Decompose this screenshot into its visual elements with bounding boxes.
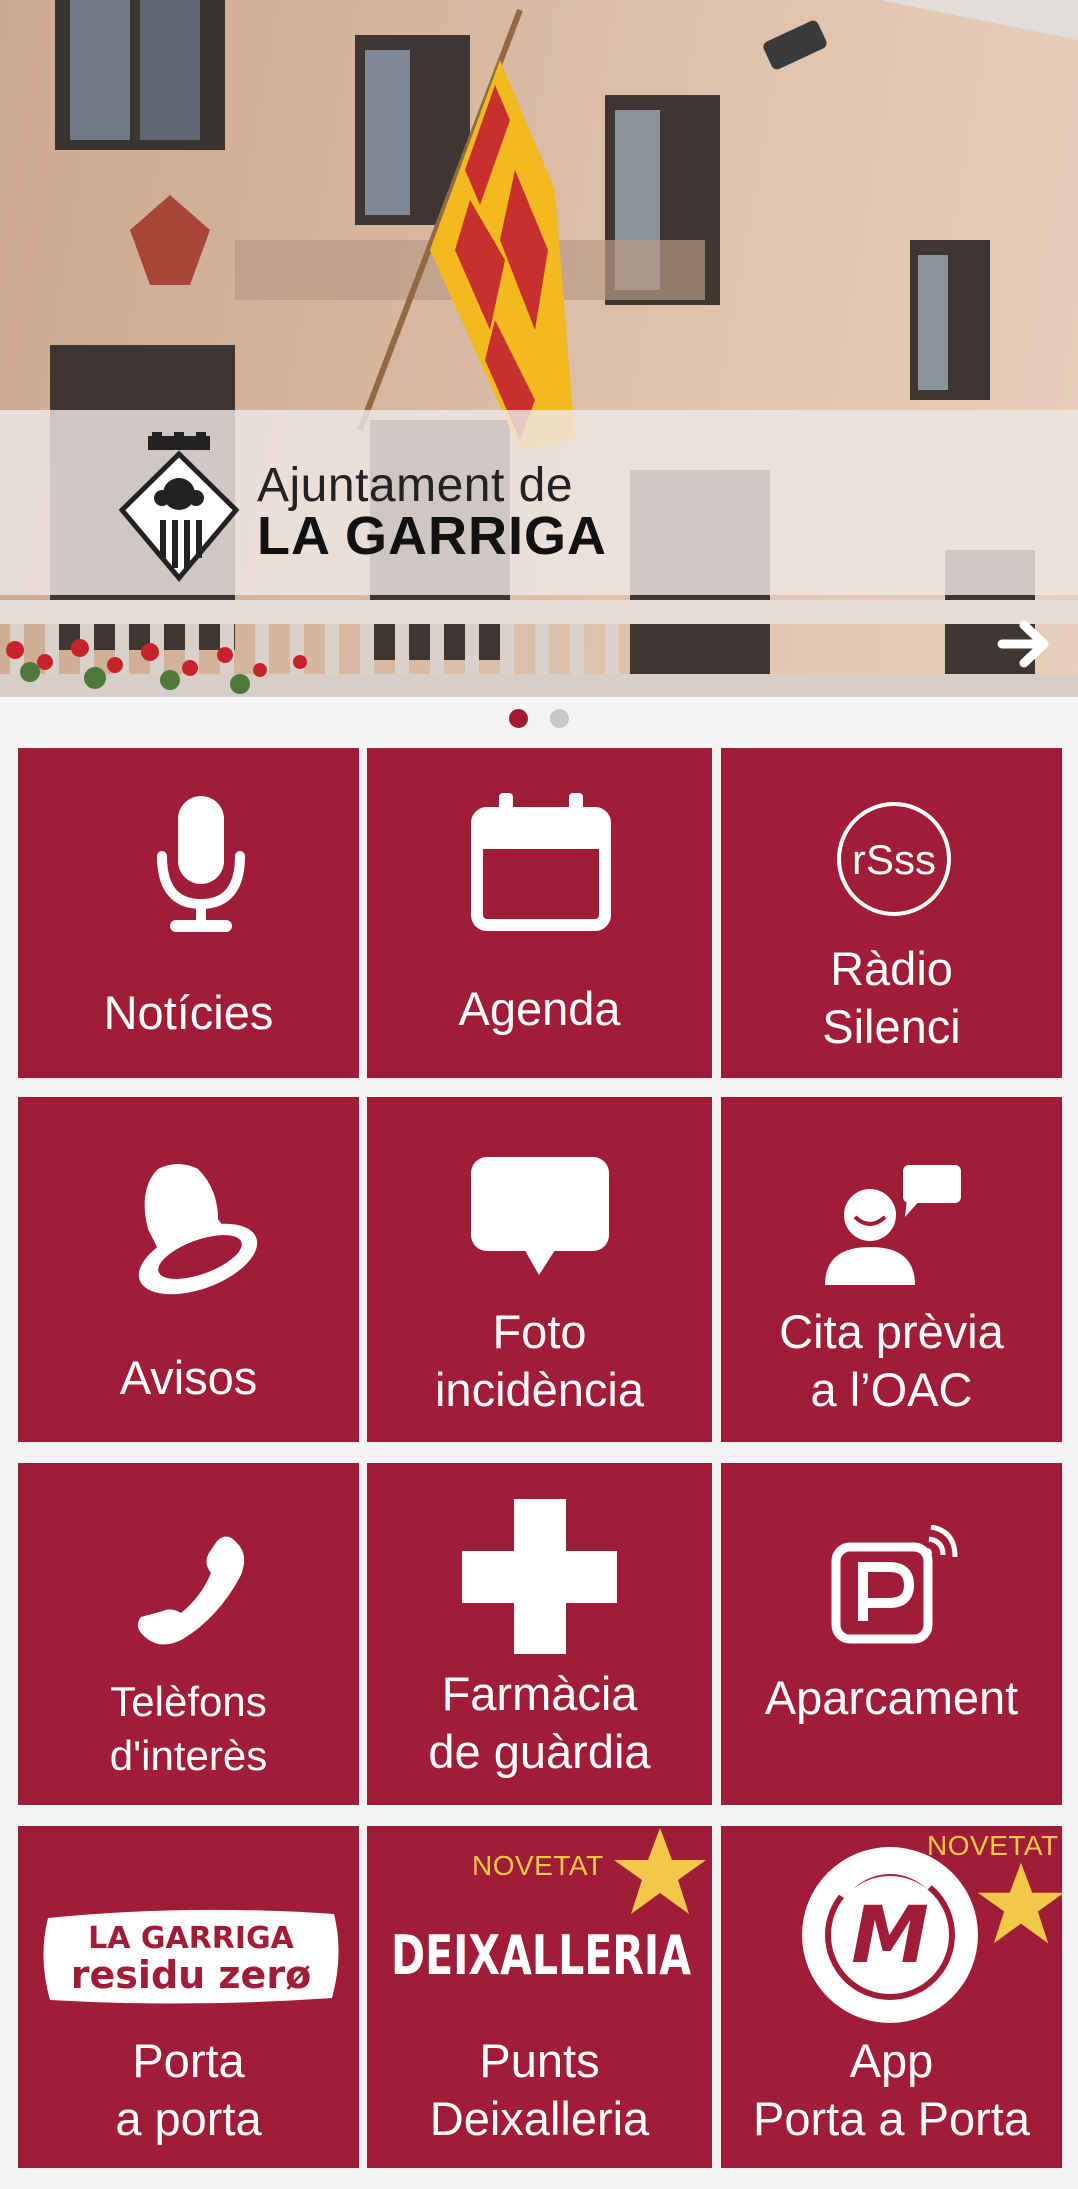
logo-title-line2: LA GARRIGA	[257, 506, 607, 566]
parking-icon	[831, 1525, 958, 1644]
speech-bubble-icon	[471, 1157, 609, 1275]
tile-radio-silenci[interactable]: rSss Ràdio Silenci	[721, 748, 1062, 1078]
tile-label: Aparcament	[764, 1671, 1019, 1724]
residu-zero-logo: LA GARRIGA residu zerø	[43, 1909, 339, 2004]
tile-label: Farmàcia de guàrdia	[428, 1667, 651, 1778]
tile-label: Foto incidència	[434, 1305, 645, 1416]
tile-cita-previa[interactable]: Cita prèvia a l’OAC	[721, 1097, 1062, 1442]
tile-label: Avisos	[119, 1351, 258, 1404]
bell-icon	[138, 1164, 258, 1295]
deixalleria-logo: DEIXALLERIA	[391, 1924, 691, 1987]
calendar-icon	[471, 793, 611, 931]
app-m-logo: M	[802, 1847, 978, 2023]
arrow-right-icon[interactable]	[996, 615, 1054, 673]
carousel-dot-1[interactable]	[509, 709, 528, 728]
star-icon	[614, 1828, 706, 1914]
svg-text:rSss: rSss	[852, 836, 936, 883]
tile-foto-incidencia[interactable]: Foto incidència	[367, 1097, 712, 1442]
tile-punts-deixalleria[interactable]: NOVETAT DEIXALLERIA Punts Deixalleria	[367, 1826, 712, 2168]
novetat-badge: NOVETAT	[472, 1850, 604, 1881]
tile-label: Porta a porta	[115, 2034, 262, 2145]
tile-agenda[interactable]: Agenda	[367, 748, 712, 1078]
phone-icon	[137, 1536, 245, 1645]
tile-label: Cita prèvia a l’OAC	[779, 1305, 1004, 1416]
radio-silenci-logo: rSss	[837, 802, 951, 916]
tile-noticies[interactable]: Notícies	[18, 748, 359, 1078]
microphone-icon	[157, 796, 245, 932]
pharmacy-cross-icon	[462, 1499, 617, 1654]
coat-of-arms-icon	[118, 432, 240, 582]
tile-label: Punts Deixalleria	[429, 2034, 650, 2145]
svg-text:LA GARRIGA: LA GARRIGA	[88, 1921, 295, 1956]
tile-label: Telèfons d'interès	[109, 1678, 268, 1779]
tile-farmacia[interactable]: Farmàcia de guàrdia	[367, 1463, 712, 1805]
hero-banner[interactable]: Ajuntament de LA GARRIGA	[0, 0, 1078, 697]
carousel-indicator	[0, 709, 1078, 733]
user-chat-icon	[825, 1165, 961, 1285]
tile-app-porta-a-porta[interactable]: NOVETAT M App Porta a Porta	[721, 1826, 1062, 2168]
tile-label: Ràdio Silenci	[822, 942, 961, 1053]
svg-text:DEIXALLERIA: DEIXALLERIA	[391, 1924, 691, 1987]
svg-text:M: M	[851, 1891, 929, 1981]
tile-label: Agenda	[458, 982, 621, 1035]
tile-porta-a-porta[interactable]: LA GARRIGA residu zerø Porta a porta	[18, 1826, 359, 2168]
star-icon	[977, 1862, 1062, 1944]
tile-label: App Porta a Porta	[753, 2034, 1030, 2145]
carousel-dot-2[interactable]	[550, 709, 569, 728]
tile-aparcament[interactable]: Aparcament	[721, 1463, 1062, 1805]
tile-label: Notícies	[103, 986, 274, 1039]
tile-telefons[interactable]: Telèfons d'interès	[18, 1463, 359, 1805]
svg-text:residu zerø: residu zerø	[71, 1953, 311, 1997]
tile-avisos[interactable]: Avisos	[18, 1097, 359, 1442]
